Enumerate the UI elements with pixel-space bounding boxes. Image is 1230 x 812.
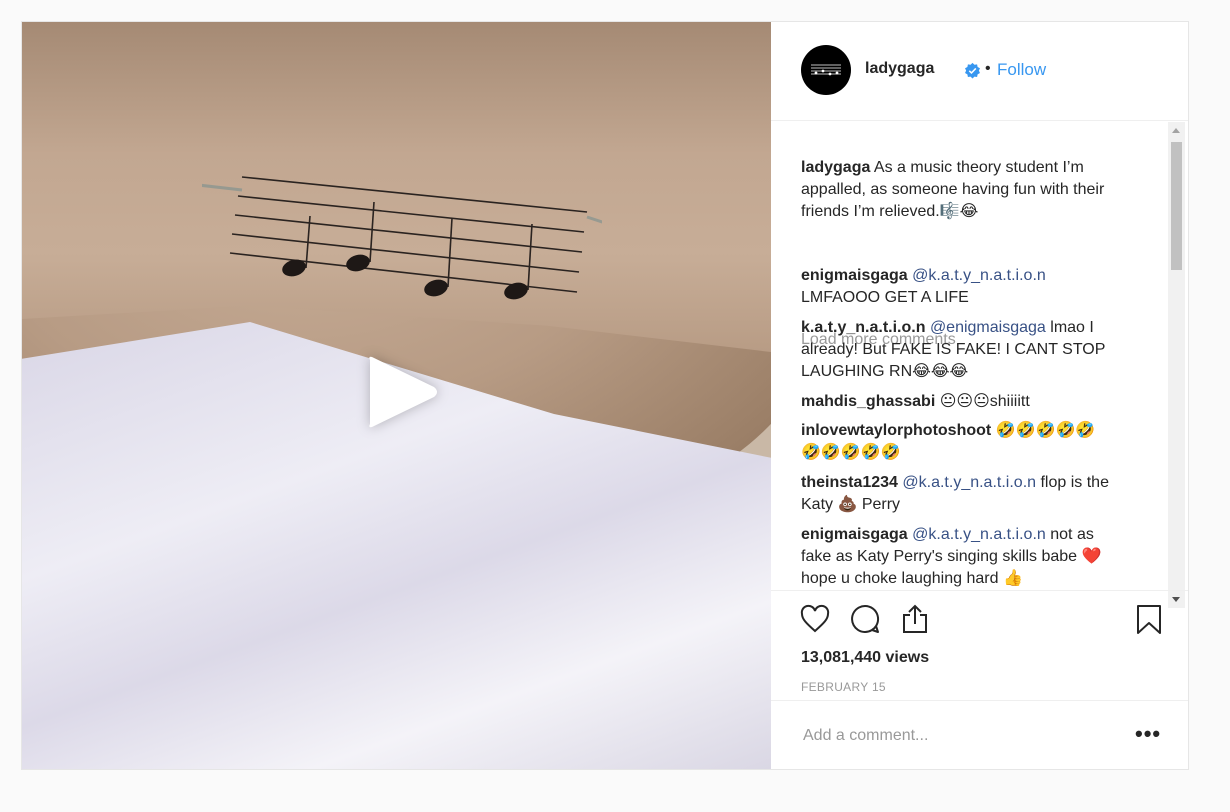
comment-username[interactable]: enigmaisgaga — [801, 526, 908, 543]
comment-username[interactable]: enigmaisgaga — [801, 267, 908, 284]
avatar[interactable] — [801, 45, 851, 95]
comment-item: enigmaisgaga @k.a.t.y_n.a.t.i.o.n not as… — [801, 524, 1111, 590]
comments-panel: ladygaga As a music theory student I’m a… — [801, 138, 1141, 608]
comment-mention[interactable]: @k.a.t.y_n.a.t.i.o.n — [902, 474, 1036, 491]
view-count: 13,081,440 views — [801, 649, 930, 666]
post-sidebar: ladygaga • Follow ladygaga As a music th… — [771, 22, 1188, 769]
comment-item: mahdis_ghassabi 😐😐😐shiiiitt — [801, 391, 1111, 413]
post-video[interactable] — [22, 22, 771, 769]
more-options-button[interactable]: ••• — [1135, 721, 1161, 747]
comment-username[interactable]: k.a.t.y_n.a.t.i.o.n — [801, 319, 925, 336]
comment-mention[interactable]: @k.a.t.y_n.a.t.i.o.n — [912, 267, 1046, 284]
post-header: ladygaga • Follow — [771, 22, 1188, 121]
comment-item: k.a.t.y_n.a.t.i.o.n @enigmaisgaga lmao I… — [801, 317, 1111, 383]
post-date[interactable]: FEBRUARY 15 — [801, 680, 886, 694]
caption-username[interactable]: ladygaga — [801, 159, 870, 176]
comment-text: LMFAOOO GET A LIFE — [801, 289, 969, 306]
scroll-up-arrow-icon[interactable] — [1172, 128, 1180, 133]
comment-mention[interactable]: @enigmaisgaga — [930, 319, 1046, 336]
comment-username[interactable]: theinsta1234 — [801, 474, 898, 491]
post-card: ladygaga • Follow ladygaga As a music th… — [21, 21, 1189, 770]
comments-scrollbar[interactable] — [1168, 122, 1185, 608]
verified-badge-icon — [965, 62, 980, 79]
bookmark-icon[interactable] — [1133, 603, 1165, 635]
follow-button[interactable]: Follow — [997, 60, 1046, 80]
comment-mention[interactable]: @k.a.t.y_n.a.t.i.o.n — [912, 526, 1046, 543]
add-comment-bar: ••• — [771, 700, 1188, 770]
avatar-logo-image — [811, 64, 841, 76]
header-username[interactable]: ladygaga — [865, 60, 934, 78]
add-comment-input[interactable] — [801, 723, 1105, 749]
comment-bubble-icon[interactable] — [849, 603, 881, 635]
play-button[interactable] — [360, 352, 440, 432]
heart-icon[interactable] — [799, 603, 831, 635]
play-icon — [369, 356, 437, 428]
scroll-thumb[interactable] — [1171, 142, 1182, 270]
separator-dot: • — [985, 60, 991, 77]
comment-item: theinsta1234 @k.a.t.y_n.a.t.i.o.n flop i… — [801, 472, 1111, 516]
comment-username[interactable]: mahdis_ghassabi — [801, 393, 935, 410]
comment-text: 😐😐😐shiiiitt — [939, 393, 1030, 410]
comment-item: inlovewtaylorphotoshoot 🤣🤣🤣🤣🤣🤣🤣🤣🤣🤣 — [801, 420, 1111, 464]
music-staff-tattoo — [202, 176, 602, 300]
caption: ladygaga As a music theory student I’m a… — [801, 157, 1141, 223]
comment-item: enigmaisgaga @k.a.t.y_n.a.t.i.o.n LMFAOO… — [801, 265, 1111, 309]
comment-username[interactable]: inlovewtaylorphotoshoot — [801, 422, 991, 439]
share-icon[interactable] — [899, 603, 931, 635]
